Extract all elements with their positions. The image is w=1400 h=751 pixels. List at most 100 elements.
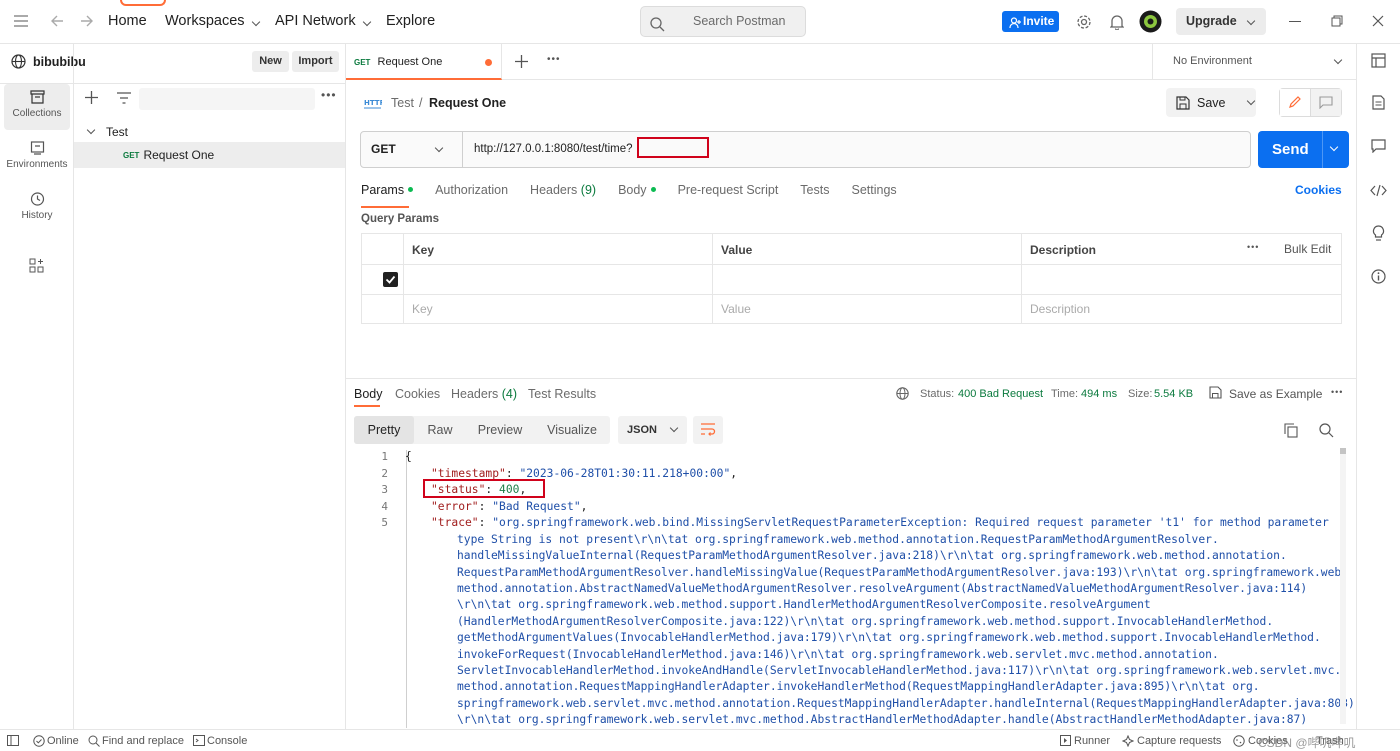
menu-icon[interactable] (14, 15, 28, 30)
response-body[interactable]: 1 2 3 4 5 { "timestamp": "2023-06-28T01:… (346, 446, 1356, 728)
checkbox[interactable] (383, 272, 398, 287)
bulk-edit-button[interactable]: Bulk Edit (1284, 242, 1331, 256)
request-item[interactable]: GET Request One (74, 142, 345, 168)
comment-mode-icon[interactable] (1311, 89, 1341, 116)
sidebar-item-history[interactable]: History (4, 186, 70, 232)
console-button[interactable]: Console (207, 735, 247, 747)
forward-arrow-icon[interactable] (80, 14, 94, 31)
code-icon[interactable] (1370, 184, 1387, 200)
import-button[interactable]: Import (292, 51, 339, 72)
documentation-icon[interactable] (1372, 95, 1385, 113)
search-input[interactable]: Search Postman (640, 6, 806, 37)
environments-icon (30, 141, 44, 155)
table-row-value[interactable] (713, 265, 1022, 295)
filter-icon[interactable] (117, 92, 131, 107)
size-value[interactable]: 5.54 KB (1154, 388, 1193, 400)
environment-select[interactable]: No Environment (1152, 44, 1356, 80)
collection-search-input[interactable] (139, 88, 315, 110)
response-tab-headers[interactable]: Headers (4) (451, 387, 517, 401)
response-tab-cookies[interactable]: Cookies (395, 387, 440, 401)
method-select[interactable]: GET (361, 132, 463, 167)
collection-item-test[interactable]: Test (74, 121, 345, 143)
new-tab-icon[interactable] (515, 55, 528, 71)
environment-quicklook-icon[interactable] (1371, 53, 1386, 71)
bell-icon[interactable] (1109, 14, 1125, 33)
pencil-icon[interactable] (1280, 89, 1311, 116)
runner-button[interactable]: Runner (1074, 735, 1110, 747)
response-tab-test-results[interactable]: Test Results (528, 387, 596, 401)
tab-options-icon[interactable]: ••• (547, 54, 561, 65)
new-key-input[interactable]: Key (404, 295, 713, 323)
page-title[interactable]: Request One (429, 96, 506, 110)
copy-icon[interactable] (1284, 423, 1298, 441)
gear-icon[interactable] (1076, 14, 1092, 33)
nav-home[interactable]: Home (108, 13, 147, 29)
view-visualize[interactable]: Visualize (534, 416, 610, 444)
breadcrumb-parent[interactable]: Test (391, 96, 414, 110)
table-row-description[interactable] (1022, 265, 1341, 295)
response-tab-body[interactable]: Body (354, 387, 383, 401)
toggle-sidebar-icon[interactable] (7, 735, 19, 749)
response-options-icon[interactable]: ••• (1331, 387, 1343, 397)
configure-sidebar-icon[interactable] (29, 258, 44, 276)
new-description-input[interactable]: Description (1022, 295, 1341, 323)
new-value-input[interactable]: Value (713, 295, 1022, 323)
add-icon[interactable] (85, 91, 98, 107)
table-options-icon[interactable]: ••• (1247, 242, 1259, 252)
send-label: Send (1272, 141, 1309, 158)
back-arrow-icon[interactable] (50, 14, 64, 31)
save-as-example-button[interactable]: Save as Example (1229, 387, 1322, 401)
view-preview[interactable]: Preview (466, 416, 534, 444)
online-status[interactable]: Online (47, 735, 79, 747)
tab-tests[interactable]: Tests (800, 183, 829, 197)
tab-authorization[interactable]: Authorization (435, 183, 508, 197)
nav-api-network[interactable]: API Network (275, 13, 371, 29)
maximize-icon[interactable] (1331, 15, 1343, 30)
comments-icon[interactable] (1371, 139, 1386, 156)
find-icon (88, 735, 100, 750)
send-button[interactable]: Send (1258, 131, 1349, 168)
info-icon[interactable] (1371, 269, 1386, 287)
right-sidebar (1356, 44, 1400, 730)
request-tabs-bar: GET Request One ••• No Environment (346, 44, 1356, 80)
close-icon[interactable] (1372, 15, 1384, 30)
time-value[interactable]: 494 ms (1081, 388, 1117, 400)
tab-prerequest[interactable]: Pre-request Script (678, 183, 779, 197)
new-button[interactable]: New (252, 51, 289, 72)
table-row-key[interactable] (404, 265, 713, 295)
tab-headers[interactable]: Headers (9) (530, 183, 596, 197)
format-select[interactable]: JSON (618, 416, 687, 444)
tab-headers-label: Headers (530, 183, 578, 197)
nav-workspaces[interactable]: Workspaces (165, 13, 260, 29)
lightbulb-icon[interactable] (1372, 225, 1385, 245)
tab-params[interactable]: Params (361, 183, 414, 197)
view-raw[interactable]: Raw (414, 416, 466, 444)
sidebar-item-collections[interactable]: Collections (4, 84, 70, 130)
nav-explore[interactable]: Explore (386, 13, 435, 29)
find-replace-button[interactable]: Find and replace (102, 735, 184, 747)
trace-continuation: \r\n\tat org.springframework.web.servlet… (457, 713, 1308, 726)
tab-settings[interactable]: Settings (851, 183, 896, 197)
sidebar-item-environments[interactable]: Environments (4, 135, 70, 181)
avatar[interactable] (1139, 10, 1162, 36)
chevron-down-icon[interactable] (1329, 142, 1339, 152)
history-icon (30, 192, 44, 206)
tab-request-one[interactable]: GET Request One (346, 44, 502, 80)
view-pretty[interactable]: Pretty (354, 416, 414, 444)
save-button[interactable]: Save (1166, 88, 1256, 117)
trace-continuation: springframework.web.servlet.mvc.method.a… (457, 697, 1355, 710)
wrap-lines-icon[interactable] (693, 416, 723, 444)
url-input[interactable]: http://127.0.0.1:8080/test/time? (474, 143, 633, 155)
capture-requests-button[interactable]: Capture requests (1137, 735, 1221, 747)
invite-button[interactable]: Invite (1002, 11, 1059, 32)
tab-body[interactable]: Body (618, 183, 656, 197)
upgrade-button[interactable]: Upgrade (1176, 8, 1266, 35)
mode-toggle (1279, 88, 1342, 117)
status-badge[interactable]: 400 Bad Request (958, 388, 1043, 400)
more-options-icon[interactable]: ••• (321, 88, 337, 102)
cookies-link[interactable]: Cookies (1295, 183, 1342, 197)
search-icon[interactable] (1319, 423, 1334, 441)
scrollbar[interactable] (1340, 448, 1346, 724)
scrollbar-thumb[interactable] (1340, 448, 1346, 454)
minimize-icon[interactable] (1289, 21, 1301, 22)
